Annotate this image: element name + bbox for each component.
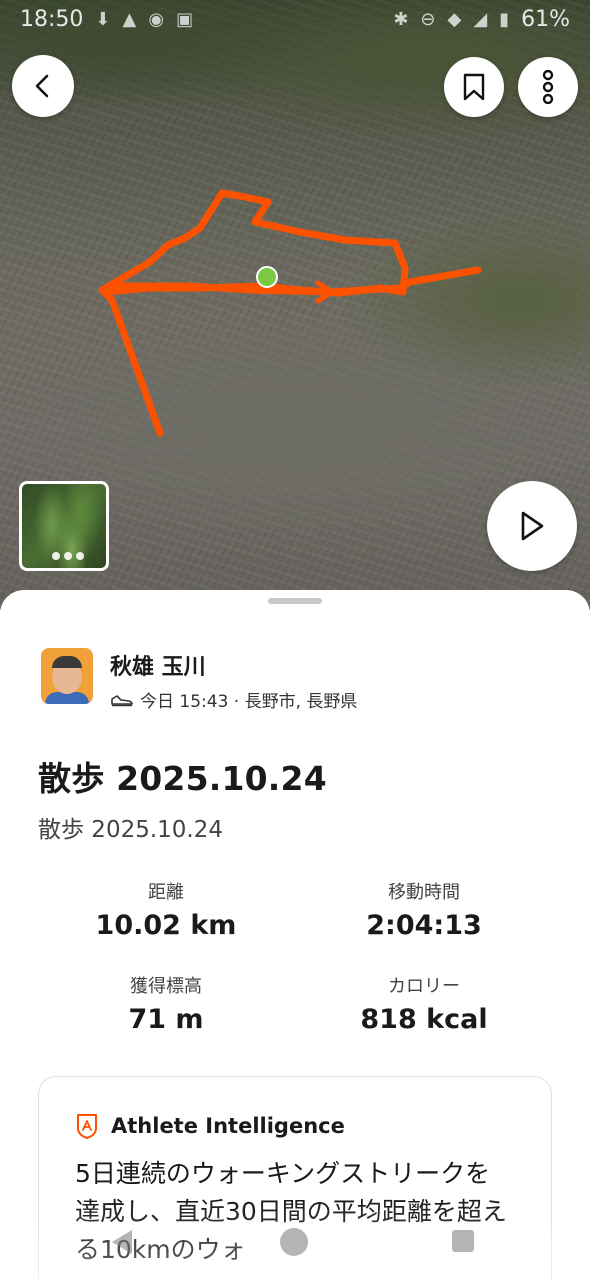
route-line	[98, 189, 482, 437]
alert-icon: ▲	[122, 8, 137, 30]
stat-value: 10.02 km	[95, 910, 237, 941]
avatar[interactable]	[41, 648, 93, 704]
sheet-drag-handle[interactable]	[268, 598, 322, 604]
notification-icon: ⬇	[95, 8, 111, 30]
dnd-icon: ⊖	[420, 8, 436, 30]
activity-details-sheet[interactable]: 秋雄 玉川 今日 15:43 · 長野市, 長野県 散歩 2025.10.24 …	[0, 590, 590, 1279]
more-options-button[interactable]	[518, 57, 578, 117]
carousel-dot	[64, 552, 72, 560]
bookmark-icon	[463, 73, 485, 101]
athlete-intelligence-header: Athlete Intelligence	[75, 1113, 345, 1139]
stat-distance: 距離 10.02 km	[46, 878, 286, 941]
gallery-icon: ▣	[176, 8, 194, 30]
start-marker	[256, 266, 278, 288]
stat-label: 距離	[148, 882, 184, 903]
play-icon	[521, 511, 544, 541]
activity-meta-text: 今日 15:43 · 長野市, 長野県	[140, 692, 358, 712]
activity-title: 散歩 2025.10.24	[38, 759, 327, 798]
stat-value: 71 m	[128, 1004, 204, 1035]
stat-label: 獲得標高	[130, 976, 202, 997]
carousel-dot	[76, 552, 84, 560]
avatar-hair	[52, 656, 82, 668]
back-button[interactable]	[12, 55, 74, 117]
stat-value: 818 kcal	[360, 1004, 488, 1035]
athlete-intelligence-icon	[77, 1114, 97, 1139]
bookmark-button[interactable]	[444, 57, 504, 117]
stat-moving-time: 移動時間 2:04:13	[304, 878, 544, 941]
status-right: ✱ ⊖ ◆ ◢ ▮ 61%	[393, 7, 570, 32]
nav-recent-apps-icon[interactable]	[452, 1230, 474, 1252]
stat-label: 移動時間	[388, 882, 460, 903]
more-vertical-icon	[542, 70, 554, 104]
photo-carousel-dots	[52, 552, 84, 560]
activity-description: 散歩 2025.10.24	[38, 817, 223, 843]
wifi-icon: ◆	[447, 8, 462, 30]
battery-icon: ▮	[499, 8, 510, 30]
stat-elevation-gain: 獲得標高 71 m	[46, 972, 286, 1035]
athlete-name[interactable]: 秋雄 玉川	[110, 649, 206, 681]
stat-calories: カロリー 818 kcal	[304, 972, 544, 1035]
stat-label: カロリー	[388, 976, 460, 997]
sync-icon: ◉	[148, 8, 165, 30]
status-left: 18:50 ⬇ ▲ ◉ ▣	[20, 7, 193, 32]
battery-level: 61%	[521, 6, 570, 32]
nav-home-icon[interactable]	[280, 1228, 308, 1256]
photo-thumbnail[interactable]	[19, 481, 109, 571]
back-icon	[35, 74, 49, 98]
status-bar: 18:50 ⬇ ▲ ◉ ▣ ✱ ⊖ ◆ ◢ ▮ 61%	[0, 0, 590, 38]
stat-value: 2:04:13	[366, 910, 482, 941]
nav-back-icon[interactable]	[112, 1230, 132, 1254]
activity-meta: 今日 15:43 · 長野市, 長野県	[110, 687, 357, 712]
status-time: 18:50	[20, 6, 84, 32]
play-flyover-button[interactable]	[487, 481, 577, 571]
bluetooth-icon: ✱	[393, 8, 409, 30]
athlete-intelligence-title: Athlete Intelligence	[111, 1114, 345, 1138]
shoe-icon	[111, 694, 133, 706]
signal-icon: ◢	[473, 8, 488, 30]
carousel-dot	[52, 552, 60, 560]
